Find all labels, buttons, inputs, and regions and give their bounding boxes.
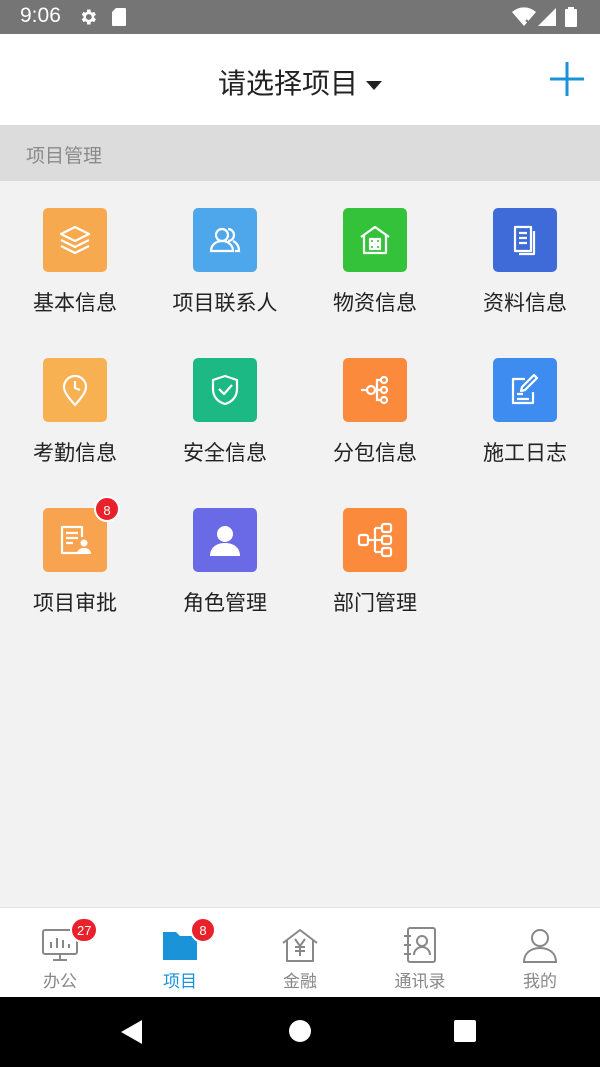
grid-item-safety[interactable]: 安全信息 — [150, 331, 300, 481]
settings-gear-icon — [81, 9, 96, 25]
grid-item-materials[interactable]: 物资信息 — [300, 181, 450, 331]
nav-tab-contacts[interactable]: 通讯录 — [360, 908, 480, 998]
wifi-icon — [512, 7, 536, 27]
grid-item-label: 安全信息 — [183, 441, 267, 465]
notification-badge: 8 — [94, 496, 120, 522]
status-bar: 9:06 — [0, 0, 600, 34]
nav-tab-label: 办公 — [43, 972, 77, 992]
nav-tab-label: 通讯录 — [394, 972, 446, 992]
grid-item-role-management[interactable]: 角色管理 — [150, 481, 300, 631]
grid-item-label: 部门管理 — [333, 591, 417, 615]
battery-icon — [565, 7, 577, 27]
shield-check-icon — [193, 358, 257, 422]
caret-down-icon — [366, 81, 382, 90]
nav-tab-label: 我的 — [523, 972, 557, 992]
grid-item-label: 角色管理 — [183, 591, 267, 615]
back-icon[interactable] — [120, 1019, 144, 1045]
nav-tab-label: 项目 — [163, 972, 197, 992]
grid-item-attendance[interactable]: 考勤信息 — [0, 331, 150, 481]
layers-icon — [43, 208, 107, 272]
grid-item-subcontract[interactable]: 分包信息 — [300, 331, 450, 481]
grid-item-label: 考勤信息 — [33, 441, 117, 465]
grid-item-label: 施工日志 — [483, 441, 567, 465]
grid-item-project-approval[interactable]: 项目审批 — [0, 481, 150, 631]
warehouse-icon — [343, 208, 407, 272]
contacts-icon — [193, 208, 257, 272]
grid-item-basic-info[interactable]: 基本信息 — [0, 181, 150, 331]
section-header: 项目管理 — [0, 125, 600, 181]
grid-item-label: 基本信息 — [33, 291, 117, 315]
cell-signal-icon — [538, 8, 556, 26]
subcontract-tree-icon — [343, 358, 407, 422]
grid-item-documents[interactable]: 资料信息 — [450, 181, 600, 331]
user-role-icon — [193, 508, 257, 572]
grid-item-department-management[interactable]: 部门管理 — [300, 481, 450, 631]
grid-item-project-contacts[interactable]: 项目联系人 — [150, 181, 300, 331]
nav-badge: 8 — [190, 917, 216, 943]
nav-tab-label: 金融 — [283, 972, 317, 992]
grid-item-construction-log[interactable]: 施工日志 — [450, 331, 600, 481]
nav-tab-finance[interactable]: 金融 — [240, 908, 360, 998]
nav-tab-office[interactable]: 办公 27 — [0, 908, 120, 998]
app-header: 请选择项目 — [0, 34, 600, 125]
org-chart-icon — [343, 508, 407, 572]
system-nav-bar — [0, 997, 600, 1067]
plus-icon[interactable] — [550, 62, 584, 96]
section-title: 项目管理 — [26, 145, 103, 167]
nav-badge: 27 — [70, 917, 99, 943]
home-icon[interactable] — [288, 1019, 312, 1043]
grid-item-label: 项目联系人 — [172, 291, 278, 315]
grid-item-label: 项目审批 — [33, 591, 117, 615]
address-book-icon — [404, 927, 436, 963]
log-edit-icon — [493, 358, 557, 422]
grid-item-label: 资料信息 — [483, 291, 567, 315]
project-selector-label: 请选择项目 — [217, 67, 358, 100]
grid-item-label: 物资信息 — [333, 291, 417, 315]
documents-icon — [493, 208, 557, 272]
profile-icon — [522, 929, 558, 963]
finance-house-icon — [282, 929, 318, 962]
status-time: 9:06 — [20, 4, 61, 27]
bottom-nav: 办公 27 项目 8 金融 通讯录 我的 — [0, 907, 600, 997]
nav-tab-mine[interactable]: 我的 — [480, 908, 600, 998]
attendance-clock-icon — [43, 358, 107, 422]
grid-item-label: 分包信息 — [333, 441, 417, 465]
recents-icon[interactable] — [453, 1019, 477, 1043]
nav-tab-project[interactable]: 项目 8 — [120, 908, 240, 998]
sd-card-icon — [112, 8, 126, 26]
project-selector[interactable]: 请选择项目 — [0, 62, 600, 102]
